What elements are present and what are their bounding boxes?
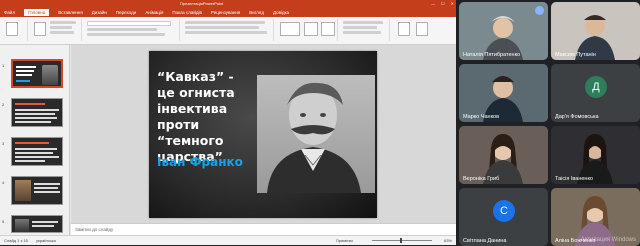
maximize-icon[interactable]: ☐ [441,0,445,8]
tab-review[interactable]: Рецензування [211,10,240,15]
drawing-group [276,19,338,41]
ribbon-tabs: Файл Головна Вставлення Дизайн Переходи … [0,8,456,17]
slide-thumbnail[interactable] [11,137,63,166]
window-title: ПрезентаціяPowerPoint [180,1,224,6]
zoom-level[interactable]: 63% [444,236,452,245]
participant-name: Світлана Данина [463,238,507,244]
paste-icon[interactable] [6,22,18,36]
current-slide[interactable]: “Кавказ” - це огниста інвектива проти “т… [149,51,377,218]
thumb-number: 2 [2,102,5,107]
slide-thumbnail[interactable] [11,215,63,233]
participant-avatar: С [493,200,515,222]
language-indicator[interactable]: українська [36,236,56,245]
tab-design[interactable]: Дизайн [92,10,107,15]
slide-editing-area: “Кавказ” - це огниста інвектива проти “т… [71,45,456,223]
zoom-slider-handle[interactable] [400,238,402,243]
tab-file[interactable]: Файл [4,10,15,15]
slide-counter: Слайд 1 з 15 [4,238,28,243]
participant-tile[interactable]: С Світлана Данина [459,188,548,246]
quick-styles-icon[interactable] [321,22,335,36]
status-bar: Слайд 1 з 15 українська Примітки 63% [0,235,456,245]
tab-slideshow[interactable]: Показ слайдів [172,10,201,15]
participant-tile[interactable]: Таісія Іваненко [551,126,640,184]
tab-view[interactable]: Вигляд [249,10,264,15]
slide-author[interactable]: Іван Франко [157,155,243,169]
activation-watermark: Активация Windows [580,237,636,243]
slide-thumbnail[interactable] [11,176,63,205]
thumb-number: 3 [2,141,5,146]
font-group [84,19,180,41]
tab-insert[interactable]: Вставлення [58,10,83,15]
voice-group [392,19,452,41]
thumb-number: 4 [2,180,5,185]
paragraph-group [182,19,274,41]
clipboard-group [2,19,28,41]
arrange-icon[interactable] [304,22,318,36]
author-portrait[interactable] [257,75,375,193]
participant-name: Вероніка Гриб [463,176,500,182]
designer-icon[interactable] [416,22,428,36]
editing-group [340,19,390,41]
participant-tile[interactable]: Наталія Пятибратенко [459,2,548,60]
tab-help[interactable]: Довідка [273,10,289,15]
close-icon[interactable]: ✕ [451,0,454,8]
shapes-icon[interactable] [280,22,300,36]
slide-thumbnail[interactable] [11,98,63,127]
thumb-number: 5 [2,219,5,224]
notes-pane[interactable]: Замітки до слайду [71,223,456,235]
participant-name: Марко Чанков [463,114,500,120]
participant-tile[interactable]: Максим Путанін [551,2,640,60]
participant-name: Максим Путанін [555,52,596,58]
participant-name: Наталія Пятибратенко [463,52,521,58]
title-bar: ПрезентаціяPowerPoint — ☐ ✕ [0,0,456,8]
participant-tile[interactable]: Д Дар'я Фомовська [551,64,640,122]
tab-home[interactable]: Головна [24,9,50,16]
video-call-panel: Наталія Пятибратенко Максим Путанін Марк… [456,0,640,246]
participant-name: Таісія Іваненко [555,176,593,182]
participant-avatar: Д [585,76,607,98]
tab-animations[interactable]: Анімація [145,10,163,15]
slide-title[interactable]: “Кавказ” - це огниста інвектива проти “т… [157,69,255,165]
speaking-icon [535,6,544,15]
participant-tile[interactable]: Марко Чанков [459,64,548,122]
ribbon-toolbar [0,17,456,45]
tab-transitions[interactable]: Переходи [116,10,136,15]
minimize-icon[interactable]: — [431,0,435,8]
participant-tile[interactable]: Вероніка Гриб [459,126,548,184]
slide-thumbnails-pane: 1 2 3 4 5 [0,45,70,235]
zoom-slider[interactable] [372,240,432,241]
slides-group [30,19,82,41]
thumb-number: 1 [2,63,5,68]
slide-thumbnail[interactable] [11,59,63,88]
powerpoint-window: ПрезентаціяPowerPoint — ☐ ✕ Файл Головна… [0,0,456,245]
dictate-icon[interactable] [398,22,410,36]
new-slide-icon[interactable] [34,22,46,36]
participant-name: Дар'я Фомовська [555,114,599,120]
notes-toggle[interactable]: Примітки [336,236,353,245]
